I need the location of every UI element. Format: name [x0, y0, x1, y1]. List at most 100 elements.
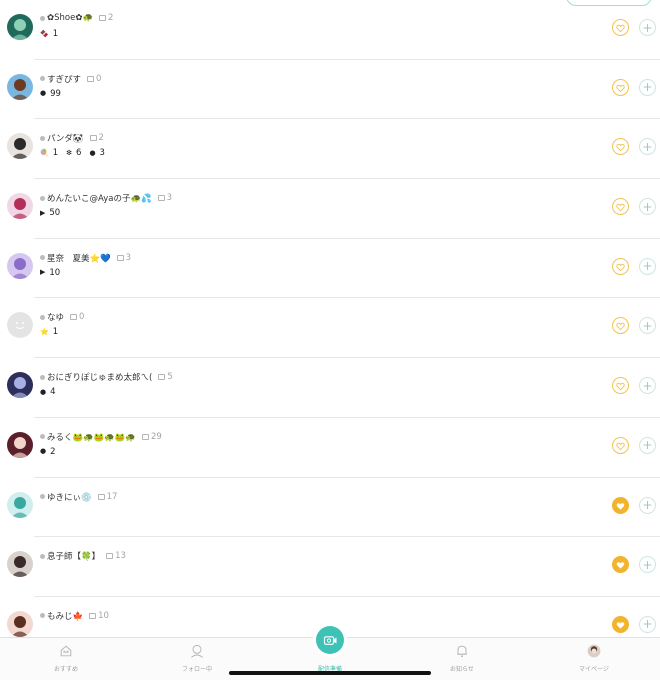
- list-item[interactable]: パンダ🐼 2 🍭 1 ❇ 6 ● 3 +: [7, 119, 660, 180]
- heart-button[interactable]: [612, 496, 629, 515]
- avatar[interactable]: [7, 372, 33, 399]
- heart-icon: [616, 197, 625, 216]
- add-button[interactable]: +: [639, 615, 656, 633]
- heart-button[interactable]: [612, 436, 629, 455]
- tab-notifications[interactable]: お知らせ: [422, 641, 502, 673]
- avatar[interactable]: [7, 491, 33, 518]
- comment-icon: [99, 15, 107, 21]
- camera-button[interactable]: [316, 626, 344, 654]
- avatar[interactable]: [7, 252, 33, 279]
- heart-icon: [616, 257, 625, 276]
- list-item[interactable]: みるく🐸🐢🐸🐢🐸🐢 29 ● 2 +: [7, 418, 660, 478]
- heart-icon: [616, 316, 625, 335]
- tab-label: フォロー中: [181, 666, 212, 673]
- user-name-line: みるく🐸🐢🐸🐢🐸🐢 29: [40, 431, 162, 443]
- heart-icon: [616, 555, 625, 574]
- gift-stat: ● 4: [40, 387, 56, 397]
- comment-count: 3: [116, 253, 131, 263]
- gift-icon: 🍭: [40, 148, 49, 157]
- comment-icon: [70, 314, 78, 321]
- comment-count: 0: [70, 312, 84, 322]
- gift-icon: ●: [40, 89, 47, 98]
- avatar[interactable]: [7, 610, 33, 637]
- list-item[interactable]: なゆ 0 ⭐ 1 +: [7, 298, 660, 359]
- comment-count-value: 10: [98, 610, 109, 621]
- list-item[interactable]: すぎぴす 0 ● 99 +: [7, 60, 660, 120]
- gift-icon: ●: [40, 447, 47, 456]
- comment-count-value: 2: [108, 13, 114, 23]
- heart-icon: [616, 376, 625, 395]
- tab-recommended[interactable]: おすすめ: [26, 641, 106, 673]
- user-name-line: すぎぴす 0: [40, 73, 101, 85]
- avatar[interactable]: [7, 551, 33, 578]
- comment-count-value: 29: [151, 431, 162, 442]
- tab-following[interactable]: フォロー中: [157, 641, 237, 673]
- gift-stats: 🍭 1 ❇ 6 ● 3: [40, 148, 113, 158]
- status-dot: [40, 255, 45, 261]
- heart-icon: [616, 78, 625, 97]
- user-name[interactable]: もみじ🍁: [47, 610, 83, 622]
- gift-icon: ▶: [40, 268, 46, 277]
- list-item[interactable]: おにぎりぽじゅまめ太郎ㄟ(5 ● 4 +: [7, 358, 660, 418]
- avatar[interactable]: [7, 73, 33, 100]
- list-item[interactable]: 星奈 夏美⭐💙 3 ▶ 10 +: [7, 239, 660, 299]
- add-button[interactable]: +: [639, 377, 656, 395]
- heart-icon: [616, 436, 625, 455]
- add-button[interactable]: +: [639, 138, 656, 156]
- status-dot: [40, 76, 45, 82]
- add-button[interactable]: +: [639, 496, 656, 514]
- add-button[interactable]: +: [639, 436, 656, 454]
- heart-button[interactable]: [612, 78, 629, 97]
- avatar[interactable]: [7, 14, 33, 40]
- add-button[interactable]: +: [639, 317, 656, 335]
- heart-icon: [616, 496, 625, 515]
- user-name[interactable]: すぎぴす: [47, 73, 81, 85]
- heart-button[interactable]: [612, 316, 629, 335]
- user-name[interactable]: パンダ🐼: [47, 132, 84, 144]
- user-name[interactable]: なゆ: [47, 311, 64, 323]
- avatar[interactable]: [7, 193, 33, 220]
- heart-button[interactable]: [612, 197, 629, 216]
- comment-count-value: 0: [96, 73, 102, 84]
- person-icon: [187, 641, 207, 661]
- list-item[interactable]: めんたいこ@Ayaの子🐢💦 3 ▶ 50 +: [7, 179, 660, 239]
- gift-count: 1: [52, 148, 59, 159]
- user-name[interactable]: 息子師【🍀】: [47, 550, 100, 562]
- add-button[interactable]: +: [639, 78, 656, 96]
- gift-count: 50: [49, 208, 61, 219]
- avatar[interactable]: [7, 431, 33, 458]
- comment-count: 29: [142, 432, 162, 442]
- user-name-line: ゆきにぃ💿 17: [40, 491, 117, 503]
- heart-button[interactable]: [612, 555, 629, 574]
- gift-count: 10: [49, 267, 61, 278]
- comment-icon: [97, 493, 105, 500]
- heart-button[interactable]: [612, 19, 629, 36]
- avatar[interactable]: [7, 312, 33, 339]
- plus-icon: +: [642, 617, 653, 632]
- tab-label: お知らせ: [450, 666, 474, 673]
- heart-button[interactable]: [612, 138, 629, 156]
- bell-icon: [452, 641, 472, 661]
- list-item[interactable]: ゆきにぃ💿 17 +: [7, 478, 660, 538]
- user-name[interactable]: みるく🐸🐢🐸🐢🐸🐢: [47, 431, 136, 443]
- add-button[interactable]: +: [639, 556, 656, 574]
- heart-button[interactable]: [612, 376, 629, 395]
- list-item[interactable]: ✿Shoe✿🐢 2 🍫 1 +: [7, 0, 660, 60]
- heart-button[interactable]: [612, 257, 629, 276]
- add-button[interactable]: +: [639, 19, 656, 36]
- add-button[interactable]: +: [639, 198, 656, 216]
- list-item[interactable]: 息子師【🍀】 13 +: [7, 537, 660, 597]
- comment-icon: [142, 433, 150, 440]
- avatar[interactable]: [7, 133, 33, 160]
- user-name[interactable]: おにぎりぽじゅまめ太郎ㄟ(: [47, 371, 152, 383]
- user-name[interactable]: ✿Shoe✿🐢: [47, 13, 93, 23]
- gift-stats: ● 99: [40, 89, 69, 99]
- user-name[interactable]: 星奈 夏美⭐💙: [47, 252, 111, 264]
- add-button[interactable]: +: [639, 257, 656, 275]
- user-name[interactable]: めんたいこ@Ayaの子🐢💦: [47, 192, 152, 204]
- comment-count: 10: [89, 611, 109, 621]
- user-name[interactable]: ゆきにぃ💿: [47, 491, 92, 503]
- heart-icon: [616, 18, 625, 37]
- tab-my-page[interactable]: マイページ: [554, 641, 634, 673]
- heart-button[interactable]: [612, 615, 629, 633]
